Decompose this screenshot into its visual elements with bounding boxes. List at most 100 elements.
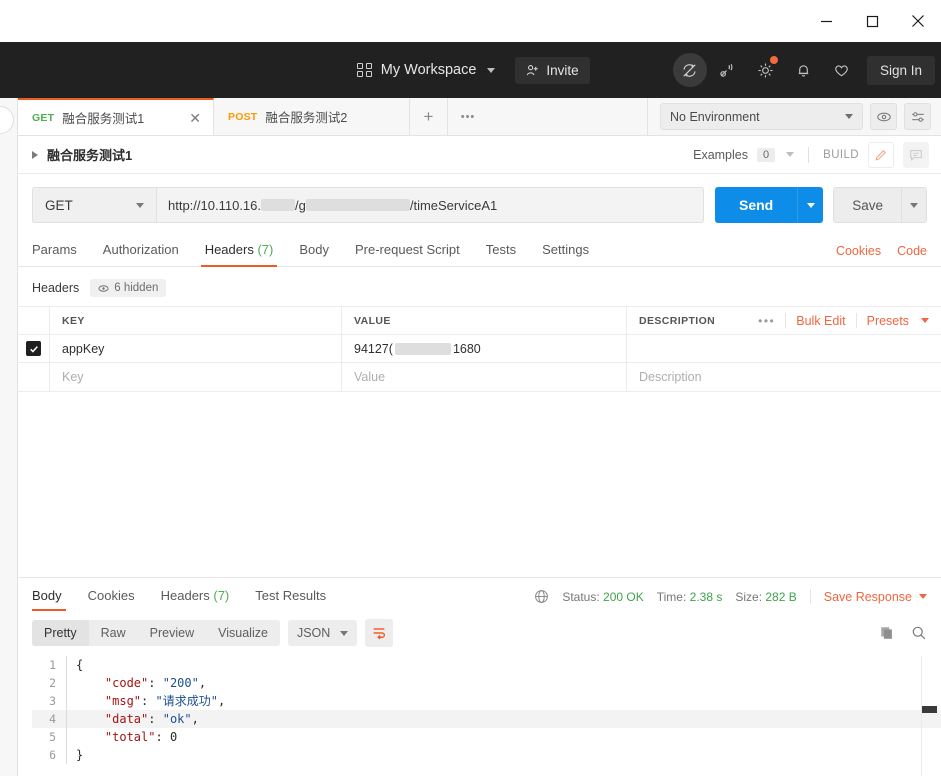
presets-link[interactable]: Presets (867, 314, 909, 328)
heart-icon[interactable] (825, 53, 859, 87)
tab-more-button[interactable]: ••• (448, 98, 488, 135)
send-options-button[interactable] (797, 187, 824, 223)
comments-button[interactable] (903, 141, 929, 168)
key-placeholder: Key (62, 370, 84, 384)
response-scrollbar[interactable] (921, 656, 937, 776)
tab-headers[interactable]: Headers (7) (192, 242, 287, 267)
code-link[interactable]: Code (897, 244, 927, 258)
sync-off-icon[interactable] (672, 53, 707, 87)
environment-controls: No Environment (647, 98, 941, 135)
code-gutter (66, 656, 67, 674)
close-icon[interactable]: ✕ (183, 111, 201, 125)
view-mode-pretty[interactable]: Pretty (32, 620, 89, 646)
response-tab-body[interactable]: Body (32, 588, 75, 611)
scrollbar-thumb[interactable] (922, 706, 937, 713)
globe-icon[interactable] (534, 589, 549, 604)
table-row[interactable]: appKey 94127(1680 (18, 335, 941, 363)
chevron-down-icon (845, 114, 853, 119)
save-response-label: Save Response (823, 589, 912, 604)
json-key: "total" (104, 730, 156, 744)
grid-icon (357, 62, 372, 78)
row-checkbox-cell[interactable] (18, 363, 50, 391)
response-pane: Body Cookies Headers (7) Test Results St… (18, 577, 941, 776)
tab-tests[interactable]: Tests (473, 242, 529, 266)
send-button[interactable]: Send (714, 187, 798, 223)
hidden-headers-toggle[interactable]: 6 hidden (90, 279, 167, 297)
save-button[interactable]: Save (833, 187, 901, 223)
response-format-select[interactable]: JSON (287, 620, 358, 646)
window-titlebar (0, 0, 941, 42)
new-tab-button[interactable]: + (410, 98, 448, 135)
tab-authorization[interactable]: Authorization (90, 242, 192, 266)
response-tab-cookies[interactable]: Cookies (75, 588, 148, 611)
tab-pre-request-script[interactable]: Pre-request Script (342, 242, 473, 266)
view-mode-raw[interactable]: Raw (89, 620, 138, 646)
url-suffix: /timeServiceA1 (409, 197, 498, 213)
satellite-icon[interactable] (711, 53, 745, 87)
line-number: 3 (49, 694, 56, 708)
bulk-edit-link[interactable]: Bulk Edit (796, 314, 845, 328)
sidebar-expand-handle[interactable] (0, 106, 14, 134)
workspace-selector[interactable]: My Workspace (351, 57, 501, 83)
header-key-cell[interactable]: appKey (50, 335, 342, 362)
window-minimize-button[interactable] (803, 6, 849, 36)
bell-icon[interactable] (787, 53, 821, 87)
search-icon[interactable] (911, 625, 927, 641)
request-url-input[interactable]: http://10.110.16. /g/timeServiceA1 (156, 187, 704, 223)
value-placeholder: Value (354, 370, 386, 384)
table-row-empty[interactable]: Key Value Description (18, 363, 941, 391)
save-options-button[interactable] (901, 187, 927, 223)
request-tab-2[interactable]: POST 融合服务测试2 (214, 98, 410, 135)
chevron-down-icon[interactable] (921, 318, 929, 323)
json-sep: : (148, 676, 163, 690)
hidden-count-label: 6 hidden (114, 282, 159, 294)
response-body-code[interactable]: 1 { 2 "code": "200", 3 "msg": "请求成功", 4 … (18, 656, 941, 776)
chevron-down-icon[interactable] (786, 152, 795, 157)
chevron-right-icon[interactable] (32, 150, 38, 159)
response-tab-headers[interactable]: Headers (7) (148, 588, 243, 611)
environment-quick-look-button[interactable] (870, 103, 897, 130)
http-method-select[interactable]: GET (32, 187, 156, 223)
table-actions: ••• Bulk Edit Presets (758, 313, 941, 328)
collapsed-sidebar-rail[interactable] (0, 98, 18, 776)
request-section-tabs: Params Authorization Headers (7) Body Pr… (18, 233, 941, 267)
environment-settings-button[interactable] (904, 103, 931, 130)
divider (809, 589, 811, 604)
request-tab-1[interactable]: GET 融合服务测试1 ✕ (18, 98, 214, 135)
header-key-cell[interactable]: Key (50, 363, 342, 391)
copy-icon[interactable] (879, 625, 895, 641)
invite-button[interactable]: Invite (515, 56, 590, 84)
environment-selector[interactable]: No Environment (660, 103, 863, 130)
table-more-icon[interactable]: ••• (758, 314, 775, 328)
request-links: Cookies Code (836, 244, 927, 266)
workspace-label: My Workspace (380, 62, 477, 78)
window-maximize-button[interactable] (849, 6, 895, 36)
header-value-cell[interactable]: Value (342, 363, 627, 391)
header-value-cell[interactable]: 94127(1680 (342, 335, 627, 362)
cookies-link[interactable]: Cookies (836, 244, 881, 258)
gear-icon[interactable] (749, 53, 783, 87)
tab-body[interactable]: Body (286, 242, 342, 266)
tab-params[interactable]: Params (32, 242, 90, 266)
sign-in-button[interactable]: Sign In (866, 55, 935, 85)
edit-request-button[interactable] (868, 141, 894, 168)
wrap-lines-button[interactable] (365, 619, 394, 647)
window-close-button[interactable] (895, 6, 941, 36)
view-mode-visualize[interactable]: Visualize (206, 620, 280, 646)
header-description-cell[interactable] (627, 335, 941, 362)
eye-icon (876, 112, 891, 121)
row-checkbox-cell[interactable] (18, 335, 50, 362)
header-value-prefix: 94127( (354, 341, 393, 356)
save-response-button[interactable]: Save Response (824, 590, 927, 604)
divider (808, 146, 810, 163)
response-meta: Status: 200 OK Time: 2.38 s Size: 282 B … (534, 589, 927, 611)
tab-label: Cookies (87, 588, 135, 603)
app-shell: GET 融合服务测试1 ✕ POST 融合服务测试2 + ••• No Envi… (0, 98, 941, 776)
view-mode-preview[interactable]: Preview (138, 620, 206, 646)
redacted-block (305, 199, 410, 211)
json-code-block: 1 { 2 "code": "200", 3 "msg": "请求成功", 4 … (18, 656, 941, 764)
header-description-cell[interactable]: Description (627, 363, 941, 391)
tab-settings[interactable]: Settings (529, 242, 602, 266)
checkbox-checked-icon[interactable] (26, 341, 41, 356)
response-tab-test-results[interactable]: Test Results (242, 588, 339, 611)
